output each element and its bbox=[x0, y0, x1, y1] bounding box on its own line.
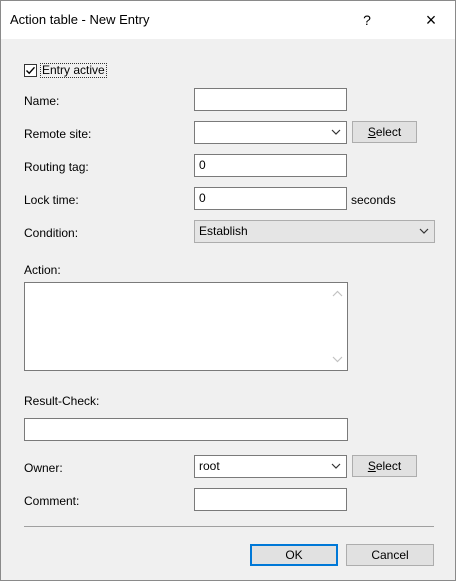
button-separator bbox=[24, 526, 434, 527]
scroll-down-icon[interactable] bbox=[332, 355, 343, 363]
remote-site-select-mnemonic: S bbox=[367, 125, 376, 139]
owner-value: root bbox=[199, 459, 220, 473]
owner-label: Owner: bbox=[24, 461, 63, 475]
scroll-up-icon[interactable] bbox=[332, 290, 343, 298]
action-label: Action: bbox=[24, 263, 61, 277]
remote-site-select[interactable] bbox=[194, 121, 347, 144]
close-button[interactable]: × bbox=[411, 7, 451, 33]
lock-time-unit: seconds bbox=[351, 193, 396, 207]
owner-select-button[interactable]: Select bbox=[352, 455, 417, 477]
cancel-button[interactable]: Cancel bbox=[346, 544, 434, 566]
action-scrollbar[interactable] bbox=[329, 284, 346, 369]
name-input[interactable] bbox=[194, 88, 347, 111]
action-textarea[interactable] bbox=[24, 282, 348, 371]
owner-select[interactable]: root bbox=[194, 455, 347, 478]
chevron-down-icon bbox=[331, 463, 341, 469]
result-check-input[interactable] bbox=[24, 418, 348, 441]
ok-button[interactable]: OK bbox=[250, 544, 338, 566]
dialog-content: Entry active Name: Remote site: Select R… bbox=[1, 39, 455, 580]
close-icon: × bbox=[425, 9, 437, 30]
chevron-down-icon bbox=[331, 129, 341, 135]
title-bar: Action table - New Entry ? × bbox=[1, 1, 455, 39]
comment-input[interactable] bbox=[194, 488, 347, 511]
owner-select-mnemonic: S bbox=[367, 459, 376, 473]
lock-time-label: Lock time: bbox=[24, 193, 79, 207]
help-button[interactable]: ? bbox=[347, 7, 387, 33]
entry-active-label: Entry active bbox=[40, 63, 107, 78]
dialog-window: Action table - New Entry ? × Entry activ… bbox=[0, 0, 456, 581]
condition-select[interactable]: Establish bbox=[194, 220, 435, 243]
result-check-label: Result-Check: bbox=[24, 394, 100, 408]
condition-value: Establish bbox=[199, 224, 248, 238]
name-label: Name: bbox=[24, 94, 60, 108]
checkmark-icon bbox=[26, 66, 36, 75]
condition-label: Condition: bbox=[24, 226, 79, 240]
window-title: Action table - New Entry bbox=[10, 12, 150, 27]
comment-label: Comment: bbox=[24, 494, 80, 508]
remote-site-label: Remote site: bbox=[24, 127, 92, 141]
routing-tag-label: Routing tag: bbox=[24, 160, 89, 174]
remote-site-select-button[interactable]: Select bbox=[352, 121, 417, 143]
owner-select-label: elect bbox=[375, 459, 402, 473]
routing-tag-input[interactable]: 0 bbox=[194, 154, 347, 177]
remote-site-select-label: elect bbox=[375, 125, 402, 139]
entry-active-checkbox[interactable] bbox=[24, 64, 37, 77]
lock-time-input[interactable]: 0 bbox=[194, 187, 347, 210]
chevron-down-icon bbox=[419, 228, 429, 234]
help-icon: ? bbox=[363, 12, 371, 28]
entry-active-checkbox-group[interactable]: Entry active bbox=[24, 63, 107, 78]
